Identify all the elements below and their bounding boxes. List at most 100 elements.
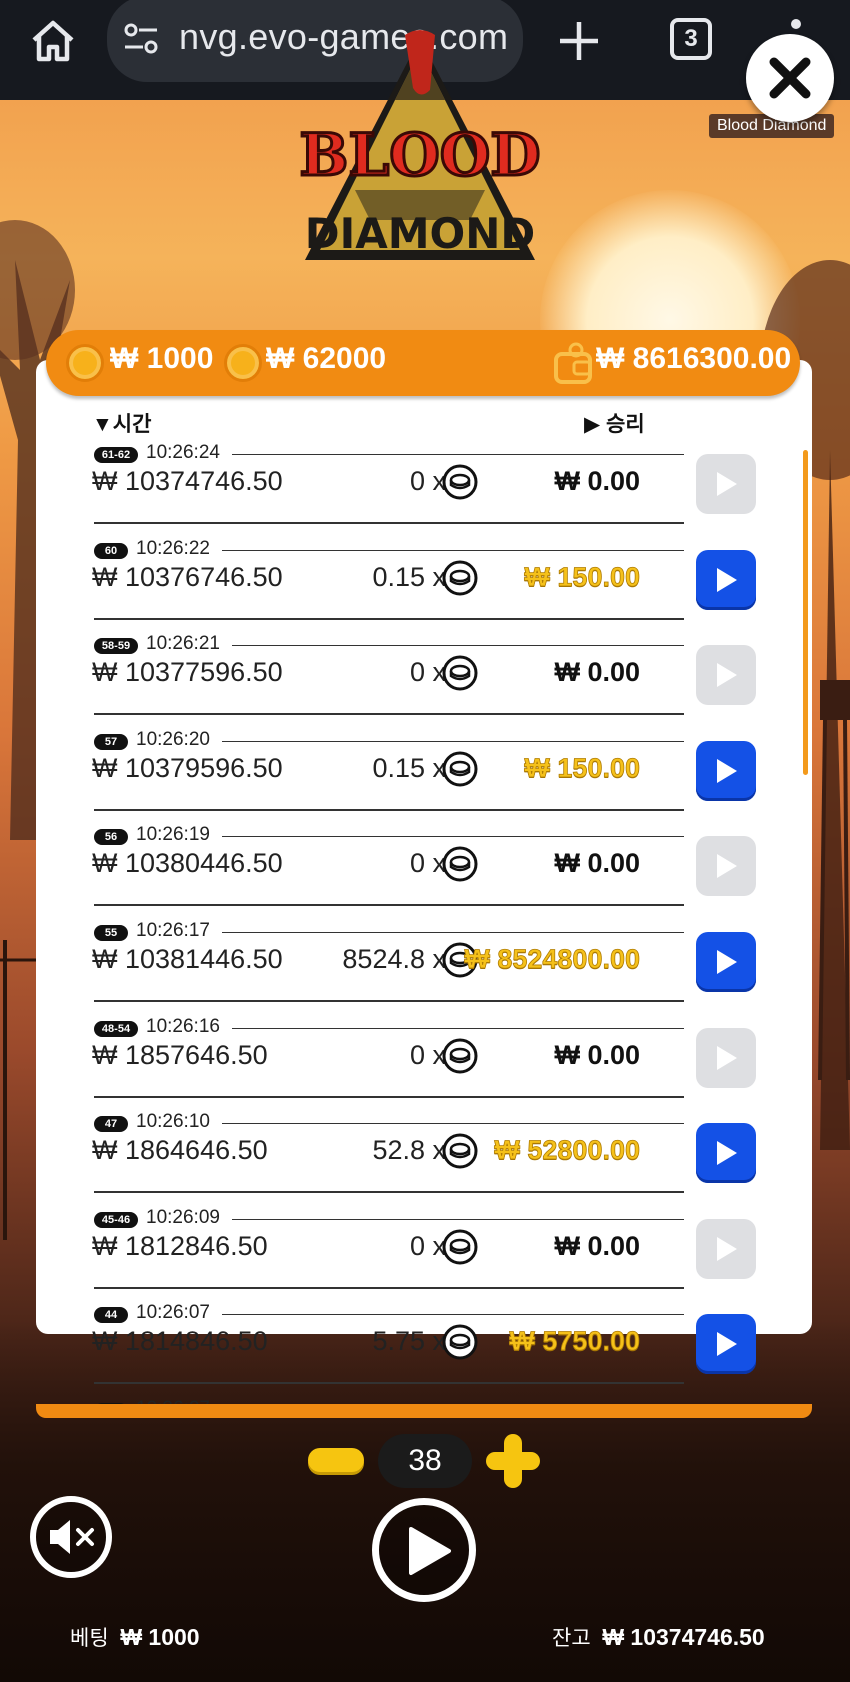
history-list[interactable]: 61-62 10:26:24 ₩ 10374746.50 0 x ₩ 0.00 60 10:… bbox=[36, 442, 812, 1404]
play-icon bbox=[409, 1527, 451, 1575]
row-balance: ₩ 10381446.50 bbox=[92, 944, 283, 974]
replay-button[interactable] bbox=[696, 454, 756, 514]
row-balance: ₩ 1857646.50 bbox=[92, 1039, 268, 1070]
row-time-line bbox=[232, 645, 684, 647]
home-icon[interactable] bbox=[28, 16, 78, 66]
play-icon bbox=[717, 854, 737, 879]
row-balance: ₩ 10376746.50 bbox=[92, 561, 283, 592]
round-badge: 60 bbox=[94, 542, 128, 559]
close-icon bbox=[769, 57, 811, 99]
coin-stack-icon bbox=[442, 655, 478, 691]
row-balance: ₩ 10380446.50 bbox=[92, 848, 283, 879]
bet-increase-button[interactable] bbox=[484, 1432, 542, 1490]
row-time: 10:26:24 bbox=[146, 442, 220, 463]
sort-down-icon: ▼ bbox=[92, 413, 113, 436]
row-multiplier: 0 x bbox=[409, 1039, 446, 1070]
footer-balance: 잔고 ₩ 10374746.50 bbox=[552, 1622, 765, 1652]
footer-balance-value: ₩ 10374746.50 bbox=[602, 1624, 765, 1650]
row-time: 10:26:22 bbox=[136, 537, 210, 559]
row-win-amount: ₩ 0.00 bbox=[554, 1230, 640, 1261]
column-header-win[interactable]: ▶ 승리 bbox=[584, 408, 645, 438]
round-badge: 58-59 bbox=[94, 638, 138, 655]
replay-button[interactable] bbox=[696, 740, 756, 801]
play-icon bbox=[717, 1141, 737, 1166]
play-icon bbox=[717, 758, 737, 783]
row-separator bbox=[94, 1095, 684, 1098]
row-balance: ₩ 1812846.50 bbox=[92, 1230, 268, 1261]
column-header-time[interactable]: ▼시간 bbox=[92, 408, 151, 438]
summary-balance: ₩ 8616300.00 bbox=[596, 342, 792, 375]
column-win-label: 승리 bbox=[606, 413, 645, 436]
row-time-line bbox=[222, 932, 684, 933]
coin-stack-icon bbox=[442, 1324, 478, 1360]
row-time-line bbox=[222, 836, 684, 838]
row-time-line bbox=[222, 740, 684, 742]
footer-bet: 베팅 ₩ 1000 bbox=[70, 1622, 200, 1652]
bet-decrease-button[interactable] bbox=[308, 1448, 364, 1472]
panel-bottom-edge bbox=[36, 1404, 812, 1418]
history-row: 44 10:26:07 ₩ 1814846.50 5.75 x ₩ 5750.00 bbox=[36, 1302, 812, 1398]
row-multiplier: 8524.8 x bbox=[342, 944, 446, 974]
round-badge: 45-46 bbox=[94, 1211, 138, 1228]
row-time: 10:26:20 bbox=[136, 728, 210, 750]
history-row: 55 10:26:17 ₩ 10381446.50 8524.8 x ₩ 8524800… bbox=[36, 920, 812, 1016]
summary-bar: ₩ 1000 ₩ 62000 ₩ 8616300.00 bbox=[46, 330, 800, 396]
replay-button[interactable] bbox=[696, 932, 756, 992]
tab-switcher-button[interactable]: 3 bbox=[670, 18, 712, 60]
round-badge: 61-62 bbox=[94, 447, 138, 463]
row-time: 10:26:21 bbox=[146, 633, 220, 655]
row-time: 10:26:17 bbox=[136, 920, 210, 941]
spin-button[interactable] bbox=[372, 1498, 476, 1602]
site-settings-icon[interactable] bbox=[123, 22, 161, 56]
footer-bet-label: 베팅 bbox=[70, 1627, 109, 1650]
replay-button[interactable] bbox=[696, 1123, 756, 1184]
row-multiplier: 0 x bbox=[409, 1230, 446, 1261]
wallet-icon bbox=[554, 342, 592, 384]
row-time-line bbox=[222, 1123, 684, 1125]
history-row: 56 10:26:19 ₩ 10380446.50 0 x ₩ 0.00 bbox=[36, 824, 812, 920]
round-badge: 44 bbox=[94, 1307, 128, 1324]
replay-button[interactable] bbox=[696, 1027, 756, 1088]
round-badge: 55 bbox=[94, 925, 128, 941]
coin-stack-icon bbox=[442, 560, 478, 596]
logo-text-diamond: DIAMOND bbox=[305, 209, 536, 258]
round-badge: 56 bbox=[94, 829, 128, 846]
row-balance: ₩ 10377596.50 bbox=[92, 657, 283, 688]
row-time-line bbox=[232, 1218, 684, 1220]
row-win-amount: ₩ 150.00 bbox=[524, 561, 640, 592]
replay-button[interactable] bbox=[696, 836, 756, 897]
row-separator bbox=[94, 522, 684, 524]
coin-stack-icon bbox=[442, 751, 478, 787]
replay-button[interactable] bbox=[696, 1314, 756, 1375]
sound-toggle-button[interactable] bbox=[30, 1496, 112, 1578]
row-multiplier: 0.15 x bbox=[372, 561, 446, 592]
replay-button[interactable] bbox=[696, 645, 756, 706]
new-tab-icon[interactable] bbox=[556, 18, 602, 64]
logo-text-blood: BLOOD bbox=[299, 121, 540, 189]
coin-stack-icon bbox=[442, 464, 478, 500]
watchtower-silhouette bbox=[818, 680, 850, 1080]
coin-stack-icon bbox=[442, 846, 478, 882]
coin-stack-icon bbox=[442, 1133, 478, 1169]
replay-button[interactable] bbox=[696, 1218, 756, 1279]
row-win-amount: ₩ 150.00 bbox=[524, 752, 640, 783]
row-time: 10:26:19 bbox=[136, 824, 210, 846]
close-history-button[interactable] bbox=[746, 34, 834, 122]
play-icon bbox=[717, 1236, 737, 1261]
fence-silhouette bbox=[0, 940, 40, 1240]
replay-button[interactable] bbox=[696, 549, 756, 610]
play-icon bbox=[717, 1332, 737, 1357]
coin-icon bbox=[224, 344, 262, 382]
row-time-line bbox=[232, 1027, 684, 1029]
row-time-line bbox=[222, 1314, 684, 1316]
history-row: 61-62 10:26:24 ₩ 10374746.50 0 x ₩ 0.00 bbox=[36, 442, 812, 538]
history-row: 45-46 10:26:09 ₩ 1812846.50 0 x ₩ 0.00 bbox=[36, 1207, 812, 1303]
history-scrollbar[interactable] bbox=[803, 450, 808, 775]
row-balance: ₩ 1864646.50 bbox=[92, 1135, 268, 1166]
row-win-amount: ₩ 0.00 bbox=[554, 466, 640, 496]
row-separator bbox=[94, 713, 684, 716]
history-row: 58-59 10:26:21 ₩ 10377596.50 0 x ₩ 0.00 bbox=[36, 633, 812, 729]
play-icon bbox=[717, 472, 737, 496]
row-multiplier: 52.8 x bbox=[372, 1135, 446, 1166]
summary-total-win: ₩ 62000 bbox=[266, 342, 387, 375]
